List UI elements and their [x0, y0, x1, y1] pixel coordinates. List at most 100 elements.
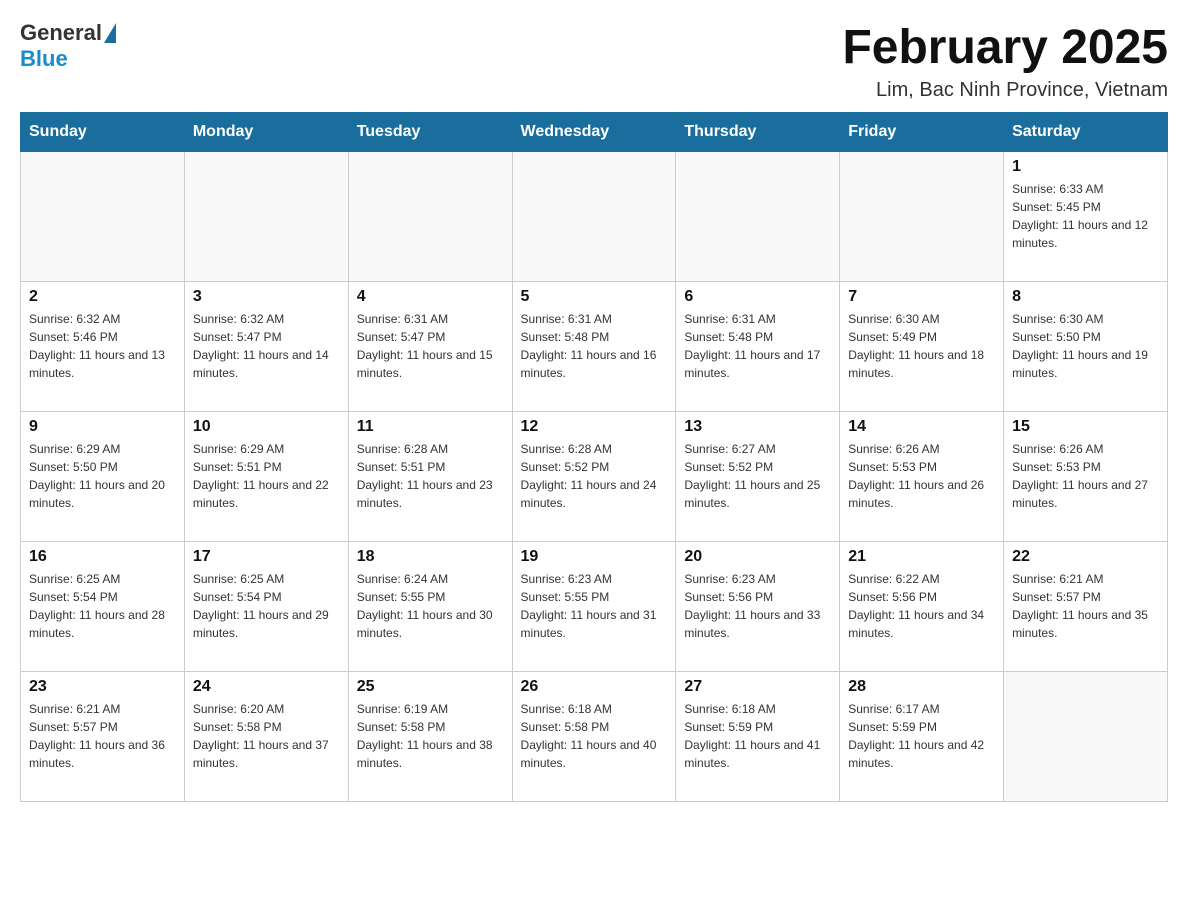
day-info: Sunrise: 6:32 AMSunset: 5:47 PMDaylight:…: [193, 310, 340, 382]
day-number: 12: [521, 418, 668, 436]
day-number: 23: [29, 678, 176, 696]
calendar-cell: [840, 152, 1004, 282]
day-number: 10: [193, 418, 340, 436]
day-number: 14: [848, 418, 995, 436]
day-number: 24: [193, 678, 340, 696]
week-row-0: 1 Sunrise: 6:33 AMSunset: 5:45 PMDaylight…: [21, 152, 1168, 282]
location-text: Lim, Bac Ninh Province, Vietnam: [842, 79, 1168, 102]
day-info: Sunrise: 6:24 AMSunset: 5:55 PMDaylight:…: [357, 570, 504, 642]
day-info: Sunrise: 6:22 AMSunset: 5:56 PMDaylight:…: [848, 570, 995, 642]
day-info: Sunrise: 6:20 AMSunset: 5:58 PMDaylight:…: [193, 700, 340, 772]
day-number: 8: [1012, 288, 1159, 306]
calendar-cell: 7Sunrise: 6:30 AMSunset: 5:49 PMDaylight…: [840, 282, 1004, 412]
calendar-cell: 5Sunrise: 6:31 AMSunset: 5:48 PMDaylight…: [512, 282, 676, 412]
day-header-saturday: Saturday: [1004, 113, 1168, 152]
calendar-cell: 1 Sunrise: 6:33 AMSunset: 5:45 PMDaylight…: [1004, 152, 1168, 282]
calendar-body: 1 Sunrise: 6:33 AMSunset: 5:45 PMDaylight…: [21, 152, 1168, 802]
day-number: 6: [684, 288, 831, 306]
day-header-monday: Monday: [184, 113, 348, 152]
day-info: Sunrise: 6:33 AMSunset: 5:45 PMDaylight:…: [1012, 180, 1159, 252]
day-info: Sunrise: 6:31 AMSunset: 5:47 PMDaylight:…: [357, 310, 504, 382]
page-header: General Blue February 2025 Lim, Bac Ninh…: [20, 20, 1168, 102]
calendar-cell: 19Sunrise: 6:23 AMSunset: 5:55 PMDayligh…: [512, 542, 676, 672]
logo-triangle-icon: [104, 23, 116, 43]
day-header-sunday: Sunday: [21, 113, 185, 152]
day-info: Sunrise: 6:23 AMSunset: 5:55 PMDaylight:…: [521, 570, 668, 642]
day-number: 20: [684, 548, 831, 566]
calendar-cell: 17Sunrise: 6:25 AMSunset: 5:54 PMDayligh…: [184, 542, 348, 672]
calendar-cell: [676, 152, 840, 282]
calendar-cell: 15 Sunrise: 6:26 AMSunset: 5:53 PMDayligh…: [1004, 412, 1168, 542]
day-info: Sunrise: 6:31 AMSunset: 5:48 PMDaylight:…: [521, 310, 668, 382]
calendar-cell: 21 Sunrise: 6:22 AMSunset: 5:56 PMDayligh…: [840, 542, 1004, 672]
logo-blue-text: Blue: [20, 46, 68, 71]
logo: General Blue: [20, 20, 118, 72]
calendar-cell: [348, 152, 512, 282]
day-number: 1: [1012, 158, 1159, 176]
day-info: Sunrise: 6:28 AMSunset: 5:52 PMDaylight:…: [521, 440, 668, 512]
day-info: Sunrise: 6:26 AMSunset: 5:53 PMDaylight:…: [1012, 440, 1159, 512]
day-number: 22: [1012, 548, 1159, 566]
day-header-tuesday: Tuesday: [348, 113, 512, 152]
calendar-cell: 22 Sunrise: 6:21 AMSunset: 5:57 PMDayligh…: [1004, 542, 1168, 672]
day-info: Sunrise: 6:21 AMSunset: 5:57 PMDaylight:…: [29, 700, 176, 772]
day-number: 26: [521, 678, 668, 696]
calendar-cell: 10 Sunrise: 6:29 AMSunset: 5:51 PMDayligh…: [184, 412, 348, 542]
day-info: Sunrise: 6:19 AMSunset: 5:58 PMDaylight:…: [357, 700, 504, 772]
day-number: 9: [29, 418, 176, 436]
day-header-wednesday: Wednesday: [512, 113, 676, 152]
calendar-cell: 26 Sunrise: 6:18 AMSunset: 5:58 PMDayligh…: [512, 672, 676, 802]
day-info: Sunrise: 6:30 AMSunset: 5:49 PMDaylight:…: [848, 310, 995, 382]
title-section: February 2025 Lim, Bac Ninh Province, Vi…: [842, 20, 1168, 102]
calendar-cell: 23 Sunrise: 6:21 AMSunset: 5:57 PMDayligh…: [21, 672, 185, 802]
week-row-2: 9 Sunrise: 6:29 AMSunset: 5:50 PMDaylight…: [21, 412, 1168, 542]
day-info: Sunrise: 6:18 AMSunset: 5:58 PMDaylight:…: [521, 700, 668, 772]
day-info: Sunrise: 6:27 AMSunset: 5:52 PMDaylight:…: [684, 440, 831, 512]
day-info: Sunrise: 6:26 AMSunset: 5:53 PMDaylight:…: [848, 440, 995, 512]
calendar-cell: 28Sunrise: 6:17 AMSunset: 5:59 PMDayligh…: [840, 672, 1004, 802]
calendar-cell: 9 Sunrise: 6:29 AMSunset: 5:50 PMDaylight…: [21, 412, 185, 542]
calendar-title: February 2025: [842, 20, 1168, 75]
day-header-row: SundayMondayTuesdayWednesdayThursdayFrid…: [21, 113, 1168, 152]
calendar-cell: 27 Sunrise: 6:18 AMSunset: 5:59 PMDayligh…: [676, 672, 840, 802]
day-info: Sunrise: 6:29 AMSunset: 5:51 PMDaylight:…: [193, 440, 340, 512]
day-number: 4: [357, 288, 504, 306]
day-number: 27: [684, 678, 831, 696]
calendar-cell: 16 Sunrise: 6:25 AMSunset: 5:54 PMDayligh…: [21, 542, 185, 672]
calendar-cell: 18 Sunrise: 6:24 AMSunset: 5:55 PMDayligh…: [348, 542, 512, 672]
day-header-thursday: Thursday: [676, 113, 840, 152]
day-info: Sunrise: 6:18 AMSunset: 5:59 PMDaylight:…: [684, 700, 831, 772]
calendar-cell: 14 Sunrise: 6:26 AMSunset: 5:53 PMDayligh…: [840, 412, 1004, 542]
day-info: Sunrise: 6:31 AMSunset: 5:48 PMDaylight:…: [684, 310, 831, 382]
day-info: Sunrise: 6:29 AMSunset: 5:50 PMDaylight:…: [29, 440, 176, 512]
calendar-cell: 13 Sunrise: 6:27 AMSunset: 5:52 PMDayligh…: [676, 412, 840, 542]
day-number: 15: [1012, 418, 1159, 436]
day-info: Sunrise: 6:30 AMSunset: 5:50 PMDaylight:…: [1012, 310, 1159, 382]
day-number: 25: [357, 678, 504, 696]
day-info: Sunrise: 6:21 AMSunset: 5:57 PMDaylight:…: [1012, 570, 1159, 642]
week-row-3: 16 Sunrise: 6:25 AMSunset: 5:54 PMDayligh…: [21, 542, 1168, 672]
day-info: Sunrise: 6:25 AMSunset: 5:54 PMDaylight:…: [193, 570, 340, 642]
calendar-cell: 24 Sunrise: 6:20 AMSunset: 5:58 PMDayligh…: [184, 672, 348, 802]
calendar-header: SundayMondayTuesdayWednesdayThursdayFrid…: [21, 113, 1168, 152]
calendar-cell: [21, 152, 185, 282]
week-row-1: 2Sunrise: 6:32 AMSunset: 5:46 PMDaylight…: [21, 282, 1168, 412]
day-header-friday: Friday: [840, 113, 1004, 152]
calendar-cell: 12 Sunrise: 6:28 AMSunset: 5:52 PMDayligh…: [512, 412, 676, 542]
calendar-cell: 3Sunrise: 6:32 AMSunset: 5:47 PMDaylight…: [184, 282, 348, 412]
day-info: Sunrise: 6:23 AMSunset: 5:56 PMDaylight:…: [684, 570, 831, 642]
day-info: Sunrise: 6:25 AMSunset: 5:54 PMDaylight:…: [29, 570, 176, 642]
calendar-cell: 2Sunrise: 6:32 AMSunset: 5:46 PMDaylight…: [21, 282, 185, 412]
day-number: 13: [684, 418, 831, 436]
day-number: 11: [357, 418, 504, 436]
day-number: 18: [357, 548, 504, 566]
calendar-cell: 11Sunrise: 6:28 AMSunset: 5:51 PMDayligh…: [348, 412, 512, 542]
day-number: 21: [848, 548, 995, 566]
day-number: 2: [29, 288, 176, 306]
day-info: Sunrise: 6:17 AMSunset: 5:59 PMDaylight:…: [848, 700, 995, 772]
week-row-4: 23 Sunrise: 6:21 AMSunset: 5:57 PMDayligh…: [21, 672, 1168, 802]
calendar-cell: [1004, 672, 1168, 802]
calendar-cell: 6 Sunrise: 6:31 AMSunset: 5:48 PMDaylight…: [676, 282, 840, 412]
day-number: 16: [29, 548, 176, 566]
calendar-cell: [184, 152, 348, 282]
